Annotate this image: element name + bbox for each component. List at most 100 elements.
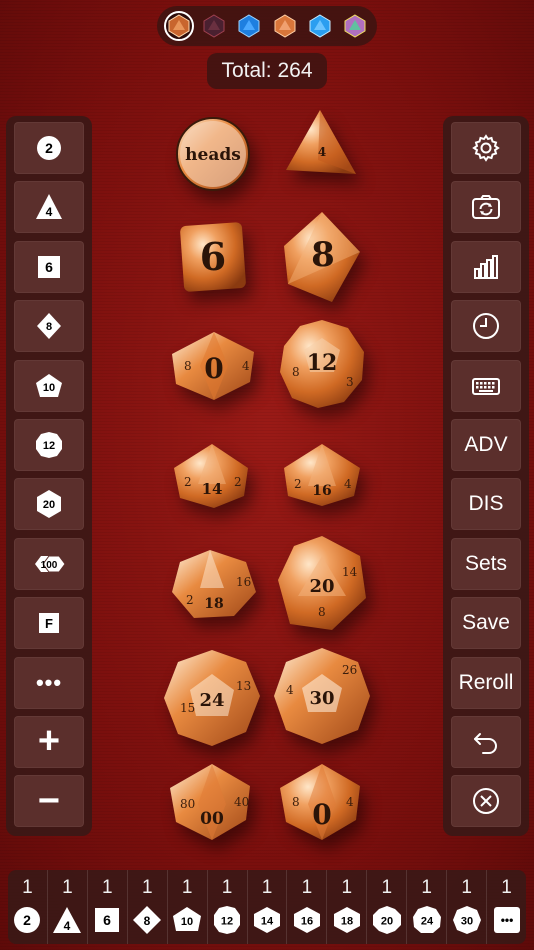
d18-side-number: 2 [186,593,194,607]
count-d16: 1 [301,877,313,898]
svg-text:20: 20 [43,499,55,511]
keyboard-button[interactable] [451,359,521,412]
count-d24-cell[interactable]: 1 24 [407,870,448,944]
d8-icon: 8 [37,313,61,340]
count-d24: 1 [421,877,432,898]
d10-side-number: 4 [242,359,250,373]
svg-text:2: 2 [24,912,32,928]
add-d12-button[interactable]: 12 [14,418,84,471]
d6-icon: 6 [38,255,60,278]
d20-skin-icon [344,14,366,38]
svg-text:100: 100 [41,560,58,571]
d24-die[interactable]: 24 13 15 [160,646,264,750]
d10-icon: 10 [173,907,202,931]
svg-text:10: 10 [181,916,193,928]
d6-icon: 6 [95,908,120,932]
history-button[interactable] [451,300,521,353]
keyboard-icon [472,377,500,395]
add-d8-button[interactable]: 8 [14,300,84,353]
d100-side-number: 8 [292,795,300,809]
sky-skin-button[interactable] [305,11,335,41]
disadvantage-button[interactable]: DIS [451,478,521,531]
blue-skin-button[interactable] [234,11,264,41]
count-d10-cell[interactable]: 1 10 [168,870,208,944]
d100-tens-die[interactable]: 00 80 40 [164,760,260,844]
add-d10-button[interactable]: 10 [14,359,84,412]
d20-skin-icon [203,14,225,38]
svg-text:•••: ••• [500,913,513,927]
svg-text:20: 20 [381,916,393,928]
add-modifier-button[interactable]: + [14,715,84,768]
d30-die[interactable]: 30 26 4 [270,644,374,748]
more-dice-icon: ••• [493,907,520,933]
copper-skin-button[interactable] [163,11,194,41]
count-d30: 1 [461,877,472,898]
count-d6-cell[interactable]: 1 6 [88,870,128,944]
more-dice-button[interactable]: ••• [14,656,84,709]
d8-result: 8 [311,235,335,275]
add-d100-button[interactable]: 100 [14,537,84,590]
d18-die[interactable]: 18 2 16 [164,546,262,622]
d20-side-number: 8 [318,605,326,619]
statistics-button[interactable] [451,240,521,293]
d2-coin-die[interactable]: heads [168,110,258,200]
d24-side-number: 13 [236,679,251,693]
d100-side-number: 40 [234,795,249,809]
reroll-button[interactable]: Reroll [451,656,521,709]
add-d20-button[interactable]: 20 [14,478,84,531]
d4-result: 4 [318,145,326,159]
tools-panel: ADV DIS Sets Save Reroll [443,116,529,836]
d16-die[interactable]: 16 2 4 [274,440,370,510]
svg-text:12: 12 [43,440,55,452]
add-d6-button[interactable]: 6 [14,240,84,293]
d6-die[interactable]: 6 [168,212,258,302]
d2-icon: 2 [14,907,41,933]
count-more-cell[interactable]: 1 ••• [487,870,526,944]
add-d2-button[interactable]: 2 [14,122,84,174]
d100-ones-die[interactable]: 08 4 [274,760,370,844]
d20-die[interactable]: 20 8 14 [272,532,372,636]
undo-button[interactable] [451,715,521,768]
d12-side-number: 3 [346,375,354,389]
d14-result: 14 [202,480,223,498]
count-d14-cell[interactable]: 1 14 [248,870,288,944]
d20-result: 20 [309,576,334,597]
count-d8-cell[interactable]: 1 8 [128,870,168,944]
d12-die[interactable]: 12 8 3 [274,316,370,412]
dice-skin-selector [157,6,377,46]
d18-side-number: 16 [236,575,251,589]
dark-red-skin-button[interactable] [199,11,229,41]
d30-result: 30 [309,688,334,709]
count-d18-cell[interactable]: 1 18 [327,870,368,944]
count-d4: 1 [62,877,73,898]
save-button[interactable]: Save [451,597,521,650]
d10-die[interactable]: 0 4 8 [166,326,262,406]
subtract-modifier-button[interactable]: − [14,775,84,828]
d4-die[interactable]: 4 [278,104,368,184]
settings-button[interactable] [451,122,521,174]
clock-icon [473,313,499,340]
camera-button[interactable] [451,181,521,234]
clear-button[interactable] [451,775,521,828]
sets-button[interactable]: Sets [451,537,521,590]
d2-icon: 2 [37,136,61,160]
count-d2-cell[interactable]: 1 2 [8,870,48,944]
d8-die[interactable]: 8 [276,208,368,308]
d14-die[interactable]: 14 2 2 [164,440,260,512]
count-d12: 1 [221,877,233,898]
count-d20-cell[interactable]: 1 20 [367,870,408,944]
count-d12-cell[interactable]: 1 12 [208,870,248,944]
rainbow-skin-button[interactable] [340,11,370,41]
count-d8: 1 [141,877,153,898]
svg-text:4: 4 [64,919,71,933]
orange-skin-button[interactable] [270,11,300,41]
count-d4-cell[interactable]: 1 4 [48,870,88,944]
add-d4-button[interactable]: 4 [14,181,84,234]
fudge-die-icon: F [39,613,59,634]
advantage-button[interactable]: ADV [451,418,521,471]
count-d30-cell[interactable]: 1 30 [447,870,488,944]
add-fudge-button[interactable]: F [14,597,84,650]
count-d2: 1 [22,877,33,898]
d20-icon: 20 [372,906,401,934]
count-d16-cell[interactable]: 1 16 [287,870,328,944]
